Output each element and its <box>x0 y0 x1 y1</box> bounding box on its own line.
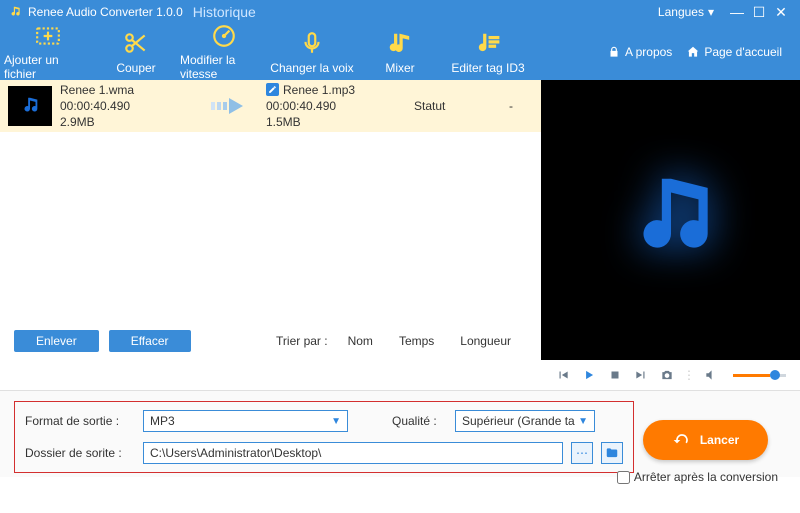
music-note-icon <box>616 165 726 275</box>
add-file-button[interactable]: Ajouter un fichier <box>4 24 92 80</box>
prev-button[interactable] <box>553 365 573 385</box>
minimize-button[interactable]: — <box>726 4 748 20</box>
title-bar: Renee Audio Converter 1.0.0 Historique L… <box>0 0 800 24</box>
format-label: Format de sortie : <box>25 414 135 428</box>
file-row[interactable]: Renee 1.wma 00:00:40.490 2.9MB Renee 1.m… <box>0 80 541 132</box>
history-link[interactable]: Historique <box>193 4 256 20</box>
launch-button[interactable]: Lancer <box>643 420 768 460</box>
file-list-pane: Renee 1.wma 00:00:40.490 2.9MB Renee 1.m… <box>0 80 541 360</box>
options-highlight-box: Format de sortie : MP3▼ Qualité : Supéri… <box>14 401 634 473</box>
sort-by-time[interactable]: Temps <box>399 334 434 348</box>
maximize-button[interactable]: ☐ <box>748 4 770 21</box>
home-link[interactable]: Page d'accueil <box>686 45 782 59</box>
tag-note-icon <box>475 29 501 57</box>
stop-after-checkbox[interactable]: Arrêter après la conversion <box>617 470 778 484</box>
home-icon <box>686 45 700 59</box>
source-size: 2.9MB <box>60 114 200 130</box>
speed-button[interactable]: Modifier la vitesse <box>180 24 268 80</box>
stop-after-label: Arrêter après la conversion <box>634 470 778 484</box>
scissors-icon <box>123 29 149 57</box>
mixer-icon <box>387 29 413 57</box>
output-folder-input[interactable] <box>143 442 563 464</box>
play-button[interactable] <box>579 365 599 385</box>
close-button[interactable]: ✕ <box>770 4 792 21</box>
main-area: Renee 1.wma 00:00:40.490 2.9MB Renee 1.m… <box>0 80 800 360</box>
status-value: - <box>509 99 513 113</box>
stop-after-input[interactable] <box>617 471 630 484</box>
language-label: Langues <box>658 5 704 19</box>
target-filename: Renee 1.mp3 <box>283 82 355 98</box>
more-folder-button[interactable]: ⋯ <box>571 442 593 464</box>
lock-icon <box>607 45 621 59</box>
sort-by-length[interactable]: Longueur <box>460 334 511 348</box>
source-thumbnail <box>8 86 52 126</box>
source-filename: Renee 1.wma <box>60 82 200 98</box>
app-title: Renee Audio Converter 1.0.0 <box>28 5 183 19</box>
sort-by-name[interactable]: Nom <box>348 334 373 348</box>
voice-button[interactable]: Changer la voix <box>268 24 356 80</box>
list-footer: Enlever Effacer Trier par : Nom Temps Lo… <box>0 330 541 352</box>
language-menu[interactable]: Langues ▾ <box>658 5 714 19</box>
cut-button[interactable]: Couper <box>92 24 180 80</box>
status-header: Statut <box>414 99 445 113</box>
target-duration: 00:00:40.490 <box>266 98 406 114</box>
volume-icon[interactable] <box>701 365 721 385</box>
folder-label: Dossier de sorite : <box>25 446 135 460</box>
microphone-icon <box>299 29 325 57</box>
volume-slider[interactable] <box>733 374 786 377</box>
mixer-button[interactable]: Mixer <box>356 24 444 80</box>
edit-tag-button[interactable]: Editer tag ID3 <box>444 24 532 80</box>
player-bar: ⋮ <box>0 360 800 390</box>
edit-target-icon[interactable] <box>266 83 279 96</box>
snapshot-button[interactable] <box>657 365 677 385</box>
convert-arrow-icon <box>208 96 258 116</box>
stop-button[interactable] <box>605 365 625 385</box>
remove-button[interactable]: Enlever <box>14 330 99 352</box>
refresh-icon <box>672 430 692 450</box>
film-add-icon <box>35 23 61 49</box>
main-toolbar: Ajouter un fichier Couper Modifier la vi… <box>0 24 800 80</box>
target-size: 1.5MB <box>266 114 406 130</box>
chevron-down-icon: ▼ <box>578 416 588 427</box>
folder-icon <box>605 446 619 460</box>
next-button[interactable] <box>631 365 651 385</box>
target-info: Renee 1.mp3 00:00:40.490 1.5MB <box>266 82 406 131</box>
browse-folder-button[interactable] <box>601 442 623 464</box>
source-info: Renee 1.wma 00:00:40.490 2.9MB <box>60 82 200 131</box>
about-link[interactable]: A propos <box>607 45 672 59</box>
sort-label: Trier par : <box>276 334 328 348</box>
preview-pane <box>541 80 800 360</box>
source-duration: 00:00:40.490 <box>60 98 200 114</box>
chevron-down-icon: ▼ <box>331 416 341 427</box>
app-logo-icon <box>8 5 22 19</box>
gauge-icon <box>211 23 237 49</box>
format-select[interactable]: MP3▼ <box>143 410 348 432</box>
quality-select[interactable]: Supérieur (Grande ta▼ <box>455 410 595 432</box>
clear-button[interactable]: Effacer <box>109 330 191 352</box>
quality-label: Qualité : <box>392 414 447 428</box>
chevron-down-icon: ▾ <box>708 5 714 19</box>
